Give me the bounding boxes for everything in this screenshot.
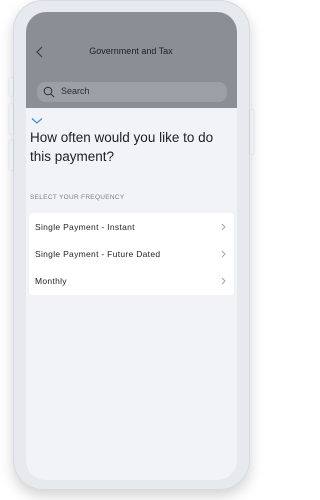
power-button (250, 110, 254, 154)
app-screen: Government and Tax Search How often woul… (26, 12, 237, 480)
sheet-question: How often would you like to do this paym… (30, 130, 214, 164)
option-label: Monthly (35, 276, 67, 286)
phone-frame: Government and Tax Search How often woul… (13, 0, 250, 490)
search-input[interactable]: Search (37, 82, 227, 102)
volume-up-button (9, 104, 13, 134)
chevron-down-icon[interactable] (31, 117, 43, 125)
option-label: Single Payment - Instant (35, 222, 135, 232)
page-title: Government and Tax (89, 46, 173, 56)
frequency-sheet: How often would you like to do this paym… (26, 109, 237, 480)
chevron-left-icon[interactable] (35, 45, 45, 59)
chevron-right-icon (221, 223, 226, 231)
chevron-right-icon (221, 277, 226, 285)
option-single-instant[interactable]: Single Payment - Instant (29, 213, 234, 240)
mute-switch (9, 78, 13, 96)
section-label: SELECT YOUR FREQUENCY (30, 194, 125, 201)
frequency-options: Single Payment - Instant Single Payment … (29, 213, 234, 295)
app-header: Government and Tax (26, 12, 237, 74)
volume-down-button (9, 140, 13, 170)
option-single-future[interactable]: Single Payment - Future Dated (29, 240, 234, 267)
option-label: Single Payment - Future Dated (35, 249, 161, 259)
search-icon (43, 86, 55, 98)
chevron-right-icon (221, 250, 226, 258)
option-monthly[interactable]: Monthly (29, 267, 234, 294)
search-placeholder: Search (61, 86, 90, 96)
